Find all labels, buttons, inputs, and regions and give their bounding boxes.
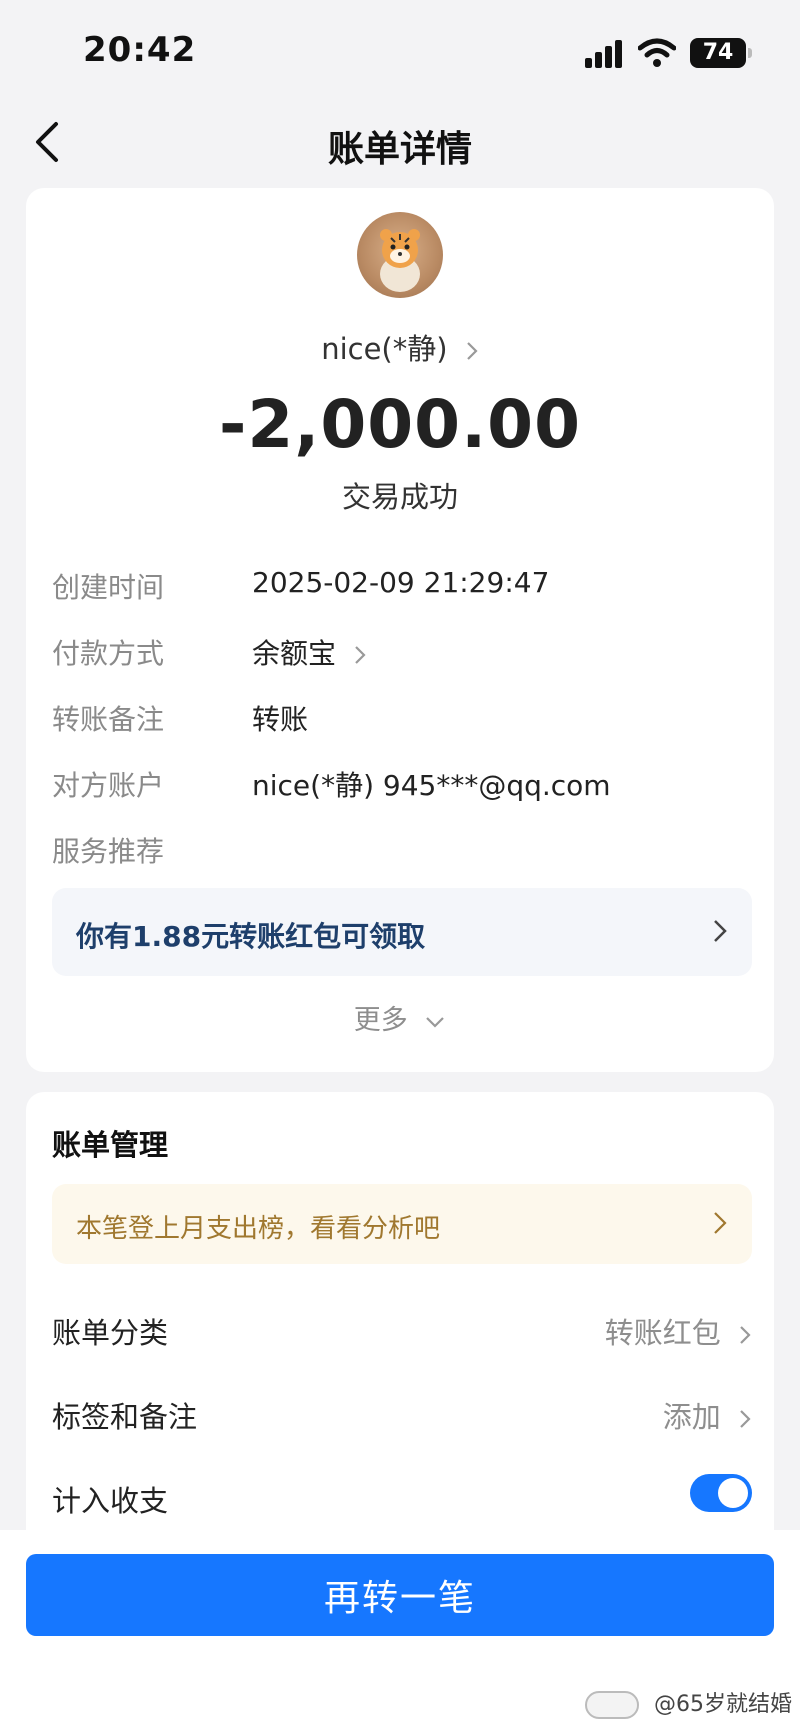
chevron-right-icon <box>714 1212 727 1234</box>
chevron-right-icon <box>355 646 366 664</box>
category-value: 转账红包 <box>605 1310 752 1352</box>
promo-text: 你有1.88元转账红包可领取 <box>76 920 426 953</box>
watermark-logo <box>585 1691 639 1719</box>
more-button[interactable]: 更多 <box>26 998 774 1037</box>
more-label: 更多 <box>353 1005 408 1036</box>
payee-name: nice(*静) <box>321 332 448 366</box>
detail-value: 2025-02-09 21:29:47 <box>252 566 550 599</box>
category-value-text: 转账红包 <box>604 1316 721 1350</box>
detail-value-link[interactable]: 余额宝 <box>252 632 367 672</box>
toggle-knob <box>718 1478 748 1508</box>
battery-level: 74 <box>690 38 746 68</box>
nav-bar: 账单详情 <box>0 100 800 186</box>
count-in-balance-row: 计入收支 <box>52 1474 752 1522</box>
count-label: 计入收支 <box>52 1484 169 1518</box>
count-in-balance-toggle[interactable] <box>690 1474 752 1512</box>
tiger-avatar-icon <box>380 229 420 292</box>
detail-label: 对方账户 <box>52 769 165 802</box>
transfer-again-button[interactable]: 再转一笔 <box>26 1554 774 1636</box>
tags-and-notes-row[interactable]: 标签和备注 添加 <box>52 1394 752 1438</box>
detail-label: 付款方式 <box>52 637 165 670</box>
chevron-right-icon <box>467 342 478 360</box>
detail-label: 服务推荐 <box>52 835 165 868</box>
detail-row-service-recommend: 服务推荐 <box>52 830 752 870</box>
cellular-signal-icon <box>585 40 622 68</box>
chevron-right-icon <box>740 1410 751 1428</box>
payee-avatar[interactable] <box>357 212 443 298</box>
detail-value: nice(*静) 945***@qq.com <box>252 769 611 802</box>
detail-row-counterparty: 对方账户 nice(*静) 945***@qq.com <box>52 764 752 804</box>
bill-category-row[interactable]: 账单分类 转账红包 <box>52 1310 752 1354</box>
category-label: 账单分类 <box>52 1316 169 1350</box>
status-time: 20:42 <box>83 30 197 70</box>
payee-name-link[interactable]: nice(*静) <box>26 326 774 368</box>
detail-label: 创建时间 <box>52 571 165 604</box>
tip-text: 本笔登上月支出榜，看看分析吧 <box>76 1214 441 1244</box>
section-title: 账单管理 <box>52 1128 169 1162</box>
chevron-down-icon <box>426 1016 445 1028</box>
battery-tip <box>748 48 752 58</box>
battery-indicator: 74 <box>690 38 752 68</box>
transaction-status: 交易成功 <box>341 480 458 514</box>
chevron-right-icon <box>714 920 727 942</box>
detail-value: 转账 <box>252 703 309 736</box>
page-title: 账单详情 <box>327 129 472 170</box>
detail-row-payment-method[interactable]: 付款方式 余额宝 <box>52 632 752 672</box>
transaction-amount: -2,000.00 <box>218 386 582 463</box>
chevron-right-icon <box>740 1326 751 1344</box>
bill-management-card: 账单管理 本笔登上月支出榜，看看分析吧 账单分类 转账红包 标签和备注 添加 计… <box>26 1092 774 1562</box>
status-bar: 20:42 74 <box>0 0 800 100</box>
tags-value: 添加 <box>663 1394 752 1436</box>
bottom-action-bar: 再转一笔 @65岁就结婚 <box>0 1530 800 1731</box>
tags-value-text: 添加 <box>662 1400 721 1434</box>
watermark-text: @65岁就结婚 <box>654 1692 792 1717</box>
wifi-icon <box>638 38 676 67</box>
transaction-card: nice(*静) -2,000.00 交易成功 创建时间 2025-02-09 … <box>26 188 774 1072</box>
red-packet-promo-banner[interactable]: 你有1.88元转账红包可领取 <box>52 888 752 976</box>
detail-row-transfer-note: 转账备注 转账 <box>52 698 752 738</box>
watermark: @65岁就结婚 <box>585 1686 792 1719</box>
tags-label: 标签和备注 <box>52 1400 198 1434</box>
detail-value: 余额宝 <box>252 637 337 670</box>
detail-row-created-time: 创建时间 2025-02-09 21:29:47 <box>52 566 752 606</box>
spending-analysis-banner[interactable]: 本笔登上月支出榜，看看分析吧 <box>52 1184 752 1264</box>
detail-label: 转账备注 <box>52 703 165 736</box>
